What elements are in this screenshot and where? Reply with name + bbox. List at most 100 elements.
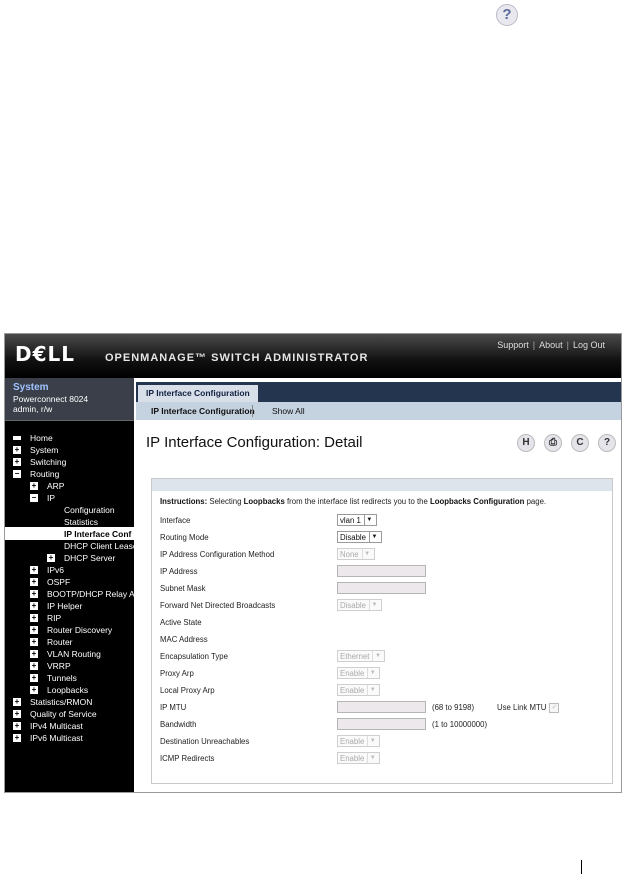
icmp-redirects-value: Enable xyxy=(340,754,365,763)
expand-icon[interactable]: + xyxy=(30,686,38,694)
sidebar-item-label: DHCP Server xyxy=(64,553,116,563)
sidebar-item-label: BOOTP/DHCP Relay Age xyxy=(47,589,145,599)
expand-icon[interactable]: + xyxy=(13,446,21,454)
help-top-icon[interactable]: ? xyxy=(496,4,518,26)
refresh-icon[interactable]: C xyxy=(571,434,589,452)
sidebar-item-label: Routing xyxy=(30,469,60,479)
expand-icon[interactable]: + xyxy=(30,590,38,598)
sidebar-item-label: DHCP Client Lease xyxy=(64,541,138,551)
header-bar: D€LL OPENMANAGE™ SWITCH ADMINISTRATOR Su… xyxy=(5,334,621,378)
expand-icon[interactable]: + xyxy=(30,662,38,670)
sidebar-item-label: OSPF xyxy=(47,577,71,587)
chevron-down-icon: ▼ xyxy=(369,600,379,610)
app-window: D€LL OPENMANAGE™ SWITCH ADMINISTRATOR Su… xyxy=(4,333,622,793)
chevron-down-icon: ▼ xyxy=(372,651,382,661)
sidebar-item-label: RIP xyxy=(47,613,62,623)
use-link-mtu-checkbox[interactable]: ✓ xyxy=(549,703,560,713)
link-separator: | xyxy=(566,340,569,350)
encapsulation-select[interactable]: Ethernet ▼ xyxy=(337,650,386,662)
use-link-mtu-label: Use Link MTU xyxy=(497,703,547,713)
routing-mode-value: Disable xyxy=(340,533,367,542)
sidebar-item-label: Tunnels xyxy=(47,673,77,683)
subtab-ip-interface-configuration[interactable]: IP Interface Configuration xyxy=(151,402,255,420)
row-fwd-broadcasts: Forward Net Directed Broadcasts Disable ▼ xyxy=(152,598,612,615)
collapse-icon[interactable]: − xyxy=(30,494,38,502)
collapse-icon[interactable]: − xyxy=(13,470,21,478)
logout-link[interactable]: Log Out xyxy=(573,340,605,350)
row-ip-mtu: IP MTU (68 to 9198) Use Link MTU ✓ xyxy=(152,700,612,717)
expand-icon[interactable]: + xyxy=(30,482,38,490)
about-link[interactable]: About xyxy=(539,340,563,350)
expand-icon[interactable]: + xyxy=(30,674,38,682)
tab-ip-interface-configuration[interactable]: IP Interface Configuration xyxy=(138,385,258,402)
icmp-redirects-select[interactable]: Enable ▼ xyxy=(337,752,381,764)
sidebar-item-label: IPv6 Multicast xyxy=(30,733,83,743)
interface-value: vlan 1 xyxy=(340,516,361,525)
sidebar-item-label: IP Helper xyxy=(47,601,83,611)
local-proxy-arp-value: Enable xyxy=(340,686,365,695)
expand-icon[interactable]: + xyxy=(30,650,38,658)
expand-icon[interactable]: + xyxy=(30,566,38,574)
subnet-mask-field[interactable] xyxy=(337,582,426,594)
page-footer-rule xyxy=(581,860,582,874)
use-link-mtu: Use Link MTU ✓ xyxy=(497,703,560,713)
instructions-bold: Loopbacks Configuration xyxy=(429,497,525,506)
row-subnet-mask: Subnet Mask xyxy=(152,581,612,598)
system-title[interactable]: System xyxy=(13,382,49,393)
expand-icon[interactable]: + xyxy=(30,614,38,622)
mac-address-label: MAC Address xyxy=(160,635,208,644)
sidebar-item-label: Configuration xyxy=(64,505,115,515)
ip-mtu-field[interactable] xyxy=(337,701,426,713)
proxy-arp-select[interactable]: Enable ▼ xyxy=(337,667,381,679)
help-icon[interactable]: ? xyxy=(598,434,616,452)
ip-address-field[interactable] xyxy=(337,565,426,577)
bandwidth-field[interactable] xyxy=(337,718,426,730)
expand-icon[interactable]: + xyxy=(30,578,38,586)
ip-method-select[interactable]: None ▼ xyxy=(337,548,375,560)
routing-mode-select[interactable]: Disable ▼ xyxy=(337,531,383,543)
row-active-state: Active State xyxy=(152,615,612,632)
chevron-down-icon: ▼ xyxy=(361,549,372,559)
interface-select[interactable]: vlan 1 ▼ xyxy=(337,514,377,526)
expand-icon[interactable]: + xyxy=(30,638,38,646)
encapsulation-label: Encapsulation Type xyxy=(160,652,228,661)
local-proxy-arp-select[interactable]: Enable ▼ xyxy=(337,684,381,696)
row-ip-address: IP Address xyxy=(152,564,612,581)
row-bandwidth: Bandwidth (1 to 10000000) xyxy=(152,717,612,734)
expand-icon[interactable]: + xyxy=(13,722,21,730)
sidebar-item-label: IPv6 xyxy=(47,565,65,575)
page-title: IP Interface Configuration: Detail xyxy=(146,434,363,451)
sidebar-item-label: IP xyxy=(47,493,56,503)
row-interface: Interface vlan 1 ▼ xyxy=(152,513,612,530)
sidebar-item-label: Statistics/RMON xyxy=(30,697,93,707)
print-icon[interactable]: ⎙ xyxy=(544,434,562,452)
instructions: Instructions: Selecting Loopbacks from t… xyxy=(160,497,546,506)
chevron-down-icon: ▼ xyxy=(367,736,377,746)
sidebar-item-label: IPv4 Multicast xyxy=(30,721,83,731)
expand-icon[interactable]: + xyxy=(13,734,21,742)
subtab-show-all[interactable]: Show All xyxy=(272,402,305,420)
ip-address-label: IP Address xyxy=(160,567,198,576)
routing-mode-label: Routing Mode xyxy=(160,533,209,542)
local-proxy-arp-label: Local Proxy Arp xyxy=(160,686,215,695)
save-icon[interactable]: H xyxy=(517,434,535,452)
chevron-down-icon: ▼ xyxy=(367,668,377,678)
icmp-redirects-label: ICMP Redirects xyxy=(160,754,215,763)
support-link[interactable]: Support xyxy=(497,340,529,350)
dell-logo: D€LL xyxy=(15,342,76,366)
expand-icon[interactable]: + xyxy=(13,710,21,718)
row-encapsulation: Encapsulation Type Ethernet ▼ xyxy=(152,649,612,666)
expand-icon[interactable]: + xyxy=(47,554,55,562)
fwd-broadcasts-select[interactable]: Disable ▼ xyxy=(337,599,383,611)
expand-icon[interactable]: + xyxy=(30,626,38,634)
sidebar-item-label: Quality of Service xyxy=(30,709,97,719)
row-proxy-arp: Proxy Arp Enable ▼ xyxy=(152,666,612,683)
main-content: IP Interface Configuration IP Interface … xyxy=(136,378,621,792)
row-ip-method: IP Address Configuration Method None ▼ xyxy=(152,547,612,564)
system-info: System Powerconnect 8024 admin, r/w xyxy=(5,378,134,421)
dest-unreach-select[interactable]: Enable ▼ xyxy=(337,735,381,747)
interface-label: Interface xyxy=(160,516,191,525)
expand-icon[interactable]: + xyxy=(13,458,21,466)
expand-icon[interactable]: + xyxy=(30,602,38,610)
expand-icon[interactable]: + xyxy=(13,698,21,706)
